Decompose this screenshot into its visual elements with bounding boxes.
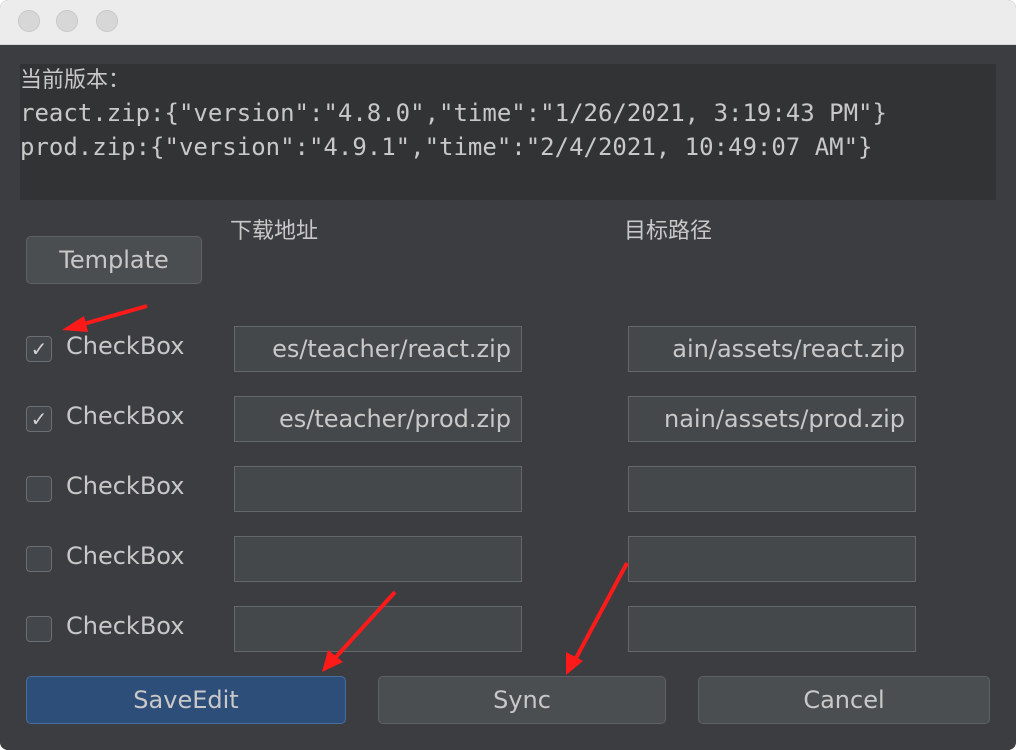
template-button[interactable]: Template bbox=[26, 236, 202, 284]
version-line-react: react.zip:{"version":"4.8.0","time":"1/2… bbox=[20, 99, 887, 127]
sync-row: ✓ CheckBox es/teacher/react.zip ain/asse… bbox=[0, 326, 1016, 374]
target-path-field[interactable] bbox=[628, 606, 916, 652]
dialog-window: 当前版本： react.zip:{"version":"4.8.0","time… bbox=[0, 0, 1016, 750]
sync-row: CheckBox bbox=[0, 466, 1016, 514]
title-bar bbox=[0, 0, 1016, 45]
row-checkbox[interactable] bbox=[26, 546, 52, 572]
row-checkbox[interactable] bbox=[26, 616, 52, 642]
version-heading: 当前版本： bbox=[20, 68, 131, 93]
zoom-button[interactable] bbox=[96, 10, 118, 32]
download-url-field[interactable]: es/teacher/react.zip bbox=[234, 326, 522, 372]
check-icon: ✓ bbox=[30, 407, 48, 431]
checkbox-label: CheckBox bbox=[66, 472, 185, 500]
target-path-field[interactable]: ain/assets/react.zip bbox=[628, 326, 916, 372]
close-button[interactable] bbox=[18, 10, 40, 32]
version-line-prod: prod.zip:{"version":"4.9.1","time":"2/4/… bbox=[20, 133, 873, 161]
download-url-field[interactable] bbox=[234, 536, 522, 582]
download-url-field[interactable]: es/teacher/prod.zip bbox=[234, 396, 522, 442]
sync-row: CheckBox bbox=[0, 536, 1016, 584]
sync-row: CheckBox bbox=[0, 606, 1016, 654]
target-path-header: 目标路径 bbox=[624, 219, 713, 244]
minimize-button[interactable] bbox=[56, 10, 78, 32]
version-info-panel: 当前版本： react.zip:{"version":"4.8.0","time… bbox=[20, 64, 996, 200]
target-path-field[interactable]: nain/assets/prod.zip bbox=[628, 396, 916, 442]
checkbox-label: CheckBox bbox=[66, 612, 185, 640]
save-edit-button[interactable]: SaveEdit bbox=[26, 676, 346, 724]
target-path-field[interactable] bbox=[628, 536, 916, 582]
download-url-header: 下载地址 bbox=[230, 219, 319, 244]
download-url-field[interactable] bbox=[234, 466, 522, 512]
row-checkbox[interactable] bbox=[26, 476, 52, 502]
row-checkbox[interactable]: ✓ bbox=[26, 336, 52, 362]
check-icon: ✓ bbox=[30, 337, 48, 361]
checkbox-label: CheckBox bbox=[66, 542, 185, 570]
row-checkbox[interactable]: ✓ bbox=[26, 406, 52, 432]
download-url-field[interactable] bbox=[234, 606, 522, 652]
target-path-field[interactable] bbox=[628, 466, 916, 512]
sync-row: ✓ CheckBox es/teacher/prod.zip nain/asse… bbox=[0, 396, 1016, 444]
sync-button[interactable]: Sync bbox=[378, 676, 666, 724]
checkbox-label: CheckBox bbox=[66, 332, 185, 360]
dialog-content: 当前版本： react.zip:{"version":"4.8.0","time… bbox=[0, 45, 1016, 750]
checkbox-label: CheckBox bbox=[66, 402, 185, 430]
cancel-button[interactable]: Cancel bbox=[698, 676, 990, 724]
